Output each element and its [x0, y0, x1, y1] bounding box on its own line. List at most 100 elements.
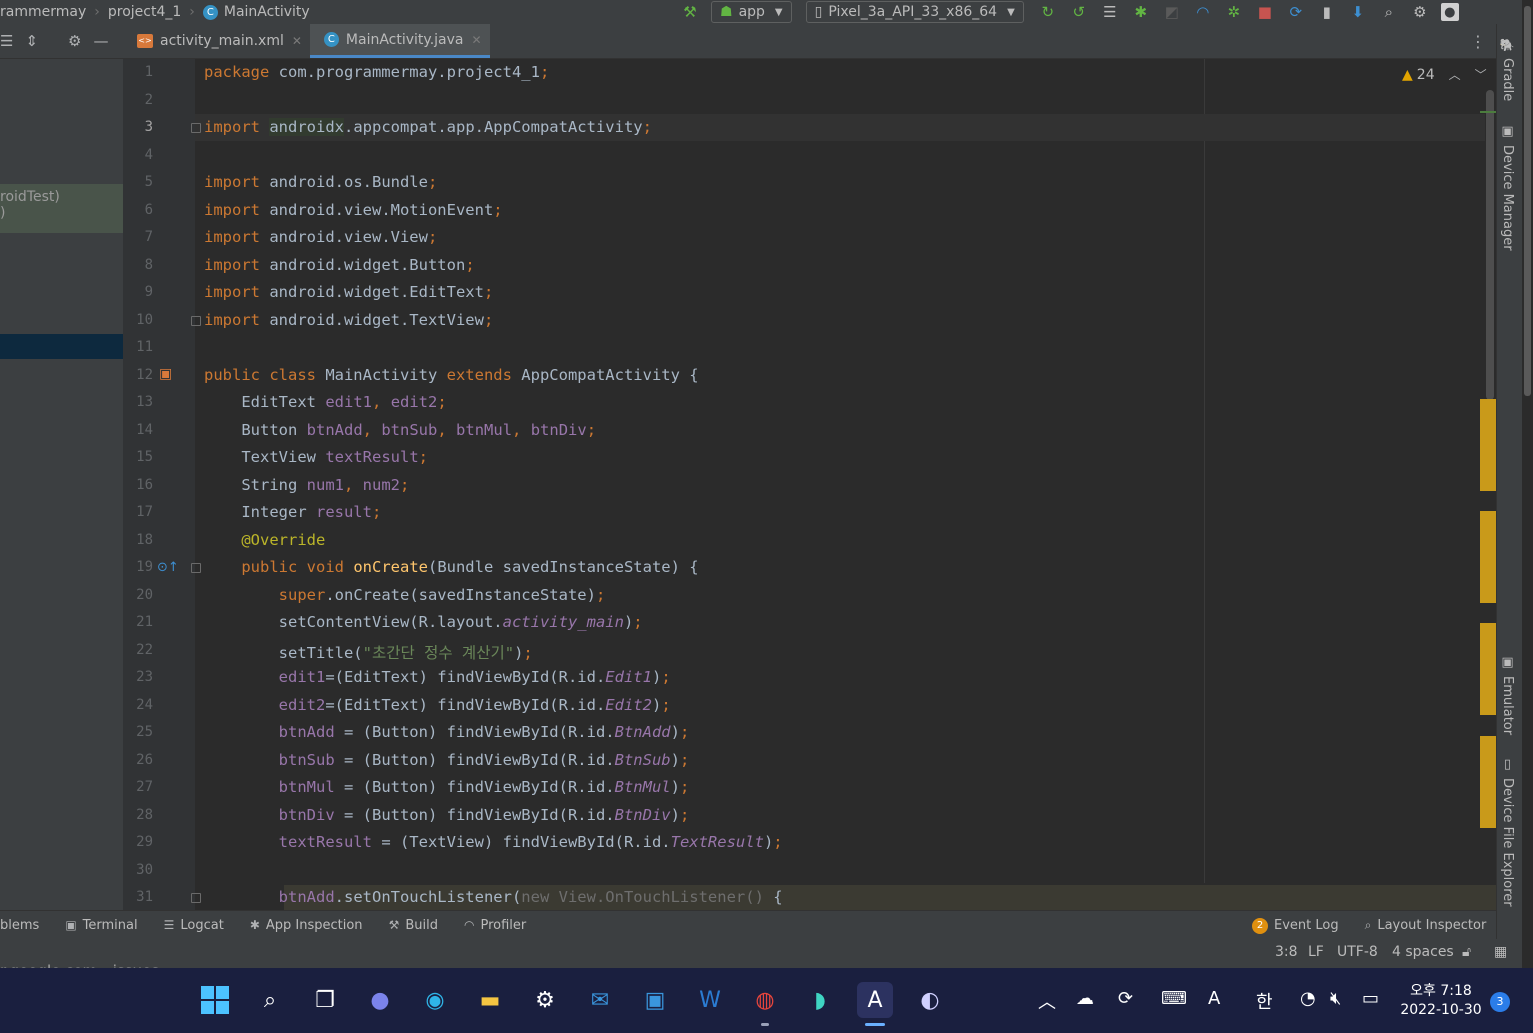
paint-icon[interactable]: ◗: [802, 982, 838, 1018]
chevron-up-icon[interactable]: ︿: [1449, 66, 1461, 83]
store-icon[interactable]: ▣: [637, 982, 673, 1018]
line-number[interactable]: 11: [123, 339, 153, 355]
line-number[interactable]: 16: [123, 477, 153, 493]
code-line[interactable]: btnSub = (Button) findViewById(R.id.BtnS…: [204, 751, 690, 769]
warning-stripe[interactable]: [1480, 623, 1497, 715]
android-studio-icon[interactable]: A: [857, 982, 893, 1018]
gear-icon[interactable]: ⚙: [1410, 2, 1430, 22]
apply-code-changes-icon[interactable]: ↺: [1069, 2, 1089, 22]
ime-language[interactable]: 한: [1256, 988, 1273, 1014]
device-select[interactable]: ▯ Pixel_3a_API_33_x86_64 ▼: [805, 1, 1024, 23]
sync-gradle-icon[interactable]: ⟳: [1286, 2, 1306, 22]
notifications-icon[interactable]: ▦: [1494, 944, 1507, 960]
task-view-icon[interactable]: ❐: [307, 982, 343, 1018]
line-number[interactable]: 28: [123, 807, 153, 823]
tool-device-manager[interactable]: Device Manager: [1500, 145, 1515, 251]
code-line[interactable]: edit1=(EditText) findViewById(R.id.Edit1…: [204, 668, 671, 686]
tool-emulator[interactable]: Emulator: [1500, 676, 1515, 735]
code-line[interactable]: btnAdd = (Button) findViewById(R.id.BtnA…: [204, 723, 690, 741]
attach-debugger-icon[interactable]: ✲: [1224, 2, 1244, 22]
tool-app-inspection[interactable]: ✱ App Inspection: [250, 918, 363, 933]
scrollbar-thumb[interactable]: [1486, 90, 1494, 400]
xml-layout-icon[interactable]: ▣: [159, 366, 172, 382]
line-number[interactable]: 2: [123, 92, 153, 108]
battery-icon[interactable]: ▭: [1362, 988, 1379, 1009]
indent-setting[interactable]: 4 spaces: [1392, 944, 1454, 960]
line-number[interactable]: 26: [123, 752, 153, 768]
line-number[interactable]: 23: [123, 669, 153, 685]
run-configuration-select[interactable]: ☗ app ▼: [711, 1, 792, 23]
volume-mute-icon[interactable]: 🔇︎: [1330, 988, 1341, 1009]
line-number[interactable]: 14: [123, 422, 153, 438]
code-line[interactable]: Button btnAdd, btnSub, btnMul, btnDiv;: [204, 421, 596, 439]
line-number[interactable]: 15: [123, 449, 153, 465]
fold-icon[interactable]: [191, 563, 201, 573]
lock-icon[interactable]: 🔓︎: [1462, 944, 1471, 960]
fold-icon[interactable]: [191, 316, 201, 326]
apply-changes-icon[interactable]: ↻: [1038, 2, 1058, 22]
code-line[interactable]: super.onCreate(savedInstanceState);: [204, 586, 606, 604]
line-number[interactable]: 24: [123, 697, 153, 713]
debug-icon[interactable]: ✱: [1131, 2, 1151, 22]
tab-main-activity-java[interactable]: C MainActivity.java ✕: [309, 24, 490, 58]
breadcrumb-item[interactable]: rammermay: [0, 4, 86, 20]
gear-icon[interactable]: ⚙: [68, 32, 81, 50]
line-number[interactable]: 7: [123, 229, 153, 245]
line-number[interactable]: 29: [123, 834, 153, 850]
code-line[interactable]: String num1, num2;: [204, 476, 409, 494]
line-number[interactable]: 10: [123, 312, 153, 328]
fold-icon[interactable]: [191, 893, 201, 903]
tool-device-file-explorer[interactable]: Device File Explorer: [1500, 778, 1515, 907]
word-icon[interactable]: W: [692, 982, 728, 1018]
line-number[interactable]: 21: [123, 614, 153, 630]
inspections-widget[interactable]: ▲ 24 ︿ ﹀: [1402, 66, 1487, 83]
mail-icon[interactable]: ✉: [582, 982, 618, 1018]
search-icon[interactable]: ⌕: [252, 982, 288, 1018]
line-separator[interactable]: LF: [1308, 944, 1324, 960]
code-line[interactable]: EditText edit1, edit2;: [204, 393, 446, 411]
close-icon[interactable]: ✕: [472, 33, 482, 47]
code-line[interactable]: package com.programmermay.project4_1;: [204, 63, 549, 81]
file-explorer-icon[interactable]: ▬: [472, 982, 508, 1018]
keyboard-icon[interactable]: ⌨: [1161, 988, 1187, 1009]
code-line[interactable]: setTitle("초간단 정수 계산기");: [204, 641, 533, 663]
window-scrollbar[interactable]: [1522, 0, 1533, 968]
line-number[interactable]: 8: [123, 257, 153, 273]
collapse-all-icon[interactable]: ⇕: [25, 32, 38, 50]
tool-build[interactable]: ⚒ Build: [389, 918, 438, 933]
edge-icon[interactable]: ◉: [417, 982, 453, 1018]
minimize-icon[interactable]: —: [93, 32, 108, 50]
window-scrollbar-thumb[interactable]: [1524, 6, 1531, 396]
code-line[interactable]: TextView textResult;: [204, 448, 428, 466]
hammer-icon[interactable]: ⚒: [680, 2, 700, 22]
line-number[interactable]: 27: [123, 779, 153, 795]
line-number[interactable]: 22: [123, 642, 153, 658]
profile-icon[interactable]: ◠: [1193, 2, 1213, 22]
line-number[interactable]: 20: [123, 587, 153, 603]
code-line[interactable]: import android.view.MotionEvent;: [204, 201, 503, 219]
project-tree-item-android-test[interactable]: roidTest) ): [0, 184, 123, 233]
tool-gradle[interactable]: Gradle: [1500, 58, 1515, 101]
code-line[interactable]: import androidx.appcompat.app.AppCompatA…: [204, 118, 652, 136]
code-line[interactable]: import android.os.Bundle;: [204, 173, 437, 191]
line-number[interactable]: 30: [123, 862, 153, 878]
line-number[interactable]: 5: [123, 174, 153, 190]
line-number[interactable]: 19: [123, 559, 153, 575]
caret-position[interactable]: 3:8: [1275, 944, 1298, 960]
breadcrumb-item[interactable]: MainActivity: [224, 4, 310, 20]
code-line[interactable]: edit2=(EditText) findViewById(R.id.Edit2…: [204, 696, 671, 714]
line-number[interactable]: 6: [123, 202, 153, 218]
tool-layout-inspector[interactable]: ⌕ Layout Inspector: [1365, 918, 1487, 933]
more-options-icon[interactable]: ⋮: [1470, 32, 1486, 51]
line-number[interactable]: 9: [123, 284, 153, 300]
avatar[interactable]: ●: [1440, 3, 1459, 21]
warning-stripe[interactable]: [1480, 111, 1497, 113]
wifi-icon[interactable]: ◔: [1300, 988, 1316, 1009]
sync-icon[interactable]: ⟳: [1118, 988, 1133, 1009]
line-number[interactable]: 3: [123, 119, 153, 135]
fold-icon[interactable]: [191, 123, 201, 133]
chevron-up-icon[interactable]: ︿: [1038, 988, 1056, 1014]
line-number[interactable]: 1: [123, 64, 153, 80]
line-number[interactable]: 13: [123, 394, 153, 410]
sdk-manager-icon[interactable]: ⬇: [1348, 2, 1368, 22]
